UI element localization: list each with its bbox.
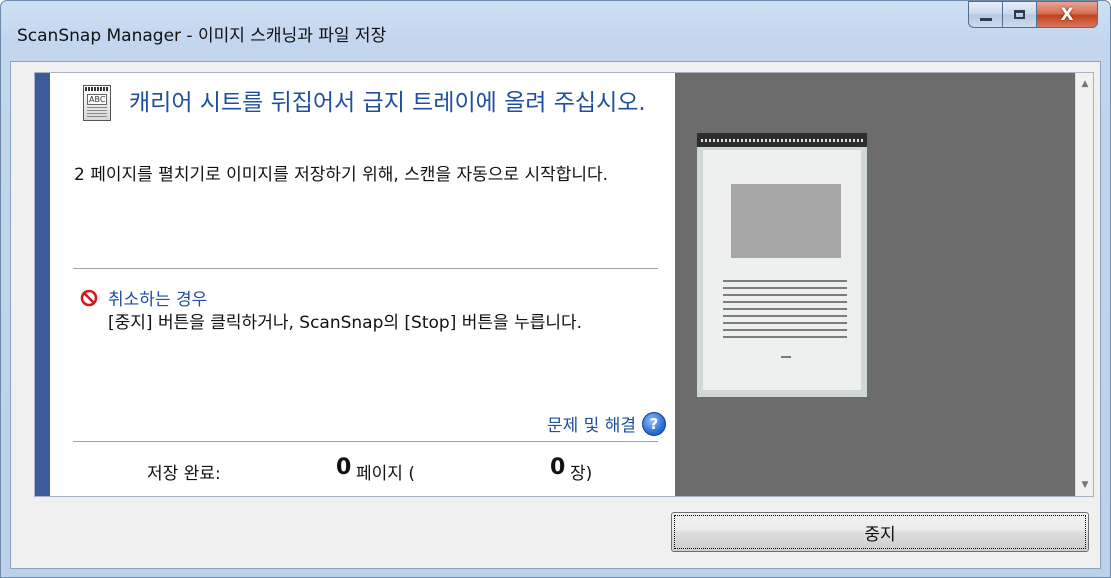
cancel-description: [중지] 버튼을 클릭하거나, ScanSnap의 [Stop] 버튼을 누릅니… bbox=[108, 313, 583, 333]
message-area: ABC 캐리어 시트를 뒤집어서 급지 트레이에 올려 주십시오. 2 페이지를… bbox=[50, 73, 680, 496]
client-area: ABC 캐리어 시트를 뒤집어서 급지 트레이에 올려 주십시오. 2 페이지를… bbox=[10, 61, 1101, 569]
instruction-description: 2 페이지를 펼치기로 이미지를 저장하기 위해, 스캔을 자동으로 시작합니다… bbox=[74, 165, 609, 185]
scroll-down-icon[interactable]: ▼ bbox=[1076, 476, 1094, 494]
save-status: 저장 완료: 0 페이지 ( 0 장) bbox=[50, 451, 680, 491]
divider bbox=[73, 441, 658, 442]
maximize-button[interactable] bbox=[1002, 1, 1036, 28]
sheets-count: 0 bbox=[550, 455, 566, 480]
stop-button[interactable]: 중지 bbox=[671, 512, 1089, 552]
help-icon: ? bbox=[642, 411, 666, 436]
window-controls: X bbox=[968, 1, 1098, 29]
cancel-title: 취소하는 경우 bbox=[108, 290, 208, 310]
scan-preview bbox=[675, 73, 1075, 496]
minimize-icon bbox=[979, 17, 992, 21]
close-button[interactable]: X bbox=[1036, 1, 1098, 28]
preview-scrollbar[interactable]: ▲ ▼ bbox=[1075, 73, 1093, 496]
scansnap-window: ScanSnap Manager - 이미지 스캐닝과 파일 저장 X ABC … bbox=[0, 0, 1111, 578]
no-entry-icon bbox=[80, 289, 98, 307]
title-bar[interactable]: ScanSnap Manager - 이미지 스캐닝과 파일 저장 X bbox=[1, 1, 1110, 61]
page-thumbnail bbox=[703, 150, 861, 390]
scroll-up-icon[interactable]: ▲ bbox=[1076, 75, 1094, 93]
pages-count: 0 bbox=[336, 455, 352, 480]
troubleshooting-label: 문제 및 해결 bbox=[546, 416, 636, 436]
carrier-sheet-icon: ABC bbox=[83, 85, 111, 121]
carrier-sheet-icon-label: ABC bbox=[87, 94, 108, 105]
pages-unit: 페이지 ( bbox=[356, 464, 415, 484]
saved-label: 저장 완료: bbox=[147, 464, 221, 484]
troubleshooting-link[interactable]: 문제 및 해결 ? bbox=[547, 411, 666, 436]
instruction-headline: 캐리어 시트를 뒤집어서 급지 트레이에 올려 주십시오. bbox=[129, 90, 646, 116]
maximize-icon bbox=[1014, 10, 1025, 19]
close-icon: X bbox=[1060, 4, 1074, 25]
window-title: ScanSnap Manager - 이미지 스캐닝과 파일 저장 bbox=[17, 26, 387, 46]
minimize-button[interactable] bbox=[968, 1, 1002, 28]
sheets-unit: 장) bbox=[570, 464, 593, 484]
divider bbox=[73, 268, 658, 269]
carrier-sheet-thumbnail bbox=[697, 133, 867, 397]
accent-bar bbox=[35, 73, 50, 496]
content-panel: ABC 캐리어 시트를 뒤집어서 급지 트레이에 올려 주십시오. 2 페이지를… bbox=[34, 72, 1094, 497]
